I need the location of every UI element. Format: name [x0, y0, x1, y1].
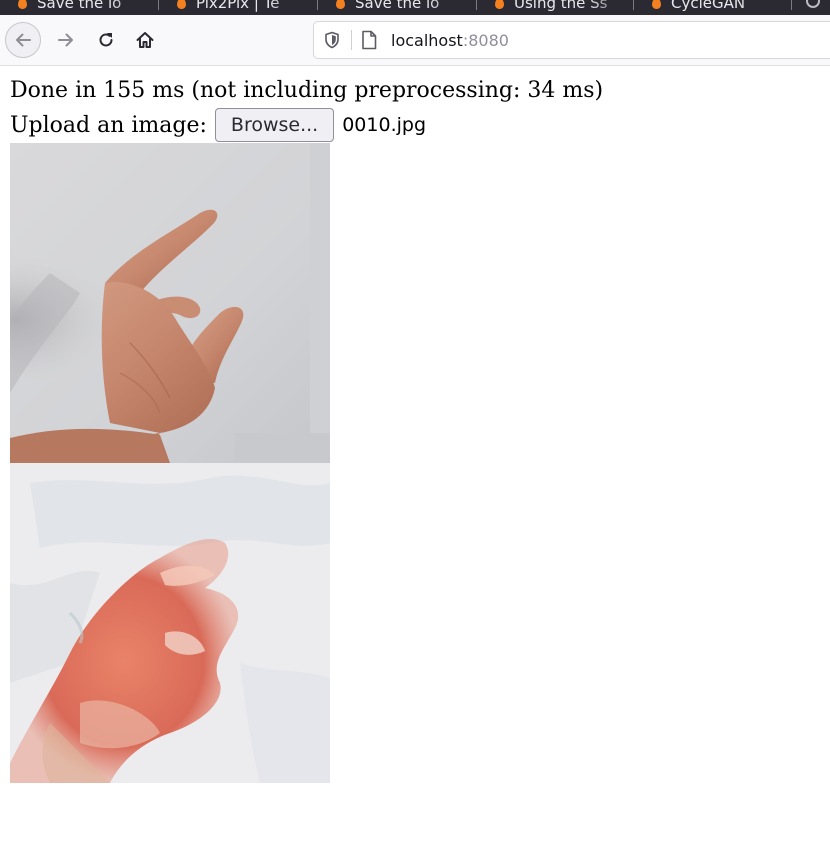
tensorflow-favicon-icon — [336, 0, 345, 9]
output-image — [10, 463, 330, 783]
tab-title: Save the lo — [355, 0, 440, 12]
navigation-toolbar: localhost:8080 — [0, 15, 830, 66]
address-bar[interactable]: localhost:8080 — [313, 21, 830, 59]
url-host: localhost — [391, 30, 463, 50]
browser-tab[interactable]: Pix2Pix | Te — [159, 0, 317, 13]
status-message: Done in 155 ms (not including preprocess… — [10, 78, 604, 103]
generated-image-graphic — [10, 463, 330, 783]
page-icon — [362, 30, 377, 50]
tensorflow-favicon-icon — [177, 0, 186, 9]
browse-button[interactable]: Browse... — [214, 108, 335, 142]
tracking-protection-button[interactable] — [323, 31, 341, 49]
tab-title: Pix2Pix | Te — [196, 0, 280, 12]
shield-icon — [325, 31, 339, 49]
tensorflow-favicon-icon — [18, 0, 27, 9]
browser-tab[interactable]: Save the lo — [318, 0, 476, 13]
tab-title: CycleGAN — [671, 0, 746, 12]
browser-tab[interactable]: Save the lo — [0, 0, 158, 13]
home-icon — [136, 32, 154, 48]
tab-strip: Save the lo Pix2Pix | Te Save the lo Usi… — [0, 0, 830, 15]
forward-arrow-icon — [58, 33, 73, 47]
back-button[interactable] — [5, 22, 41, 58]
upload-label: Upload an image: — [10, 112, 207, 138]
tab-title: Using the Ss — [514, 0, 608, 12]
tab-title: Save the lo — [37, 0, 122, 12]
github-favicon-icon[interactable] — [806, 0, 820, 8]
hand-photo-graphic — [10, 143, 330, 463]
site-info-button[interactable] — [361, 30, 379, 50]
browser-tab[interactable]: CycleGAN — [634, 0, 784, 13]
forward-button[interactable] — [48, 22, 84, 58]
url-divider — [351, 30, 352, 50]
tensorflow-favicon-icon — [652, 0, 661, 9]
page-content: Done in 155 ms (not including preprocess… — [10, 74, 820, 143]
back-arrow-icon — [16, 33, 31, 47]
url-port: :8080 — [462, 30, 509, 50]
tab-separator — [791, 0, 792, 10]
reload-button[interactable] — [88, 22, 124, 58]
input-image — [10, 143, 330, 463]
upload-row: Upload an image: Browse... 0010.jpg — [10, 107, 820, 143]
browser-tab[interactable]: Using the Ss — [477, 0, 635, 13]
reload-icon — [99, 33, 113, 47]
home-button[interactable] — [127, 22, 163, 58]
tensorflow-favicon-icon — [495, 0, 504, 9]
selected-file-name: 0010.jpg — [342, 113, 427, 136]
